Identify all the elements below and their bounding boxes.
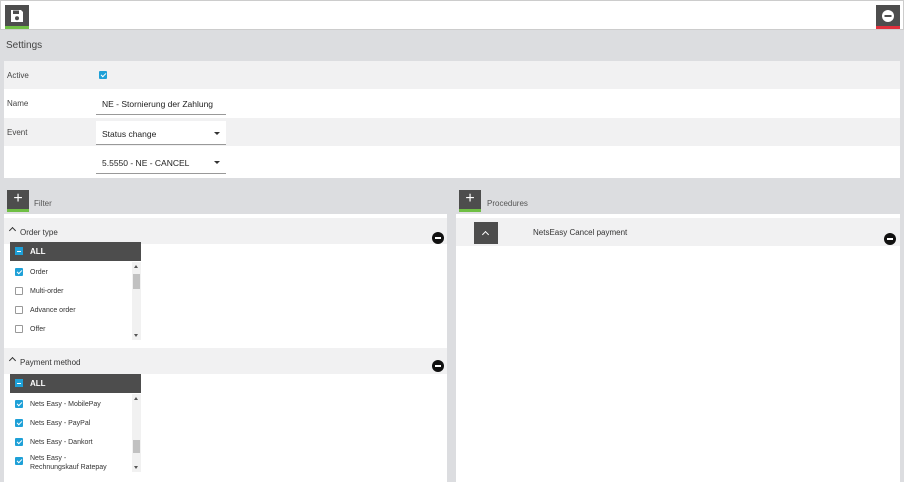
- name-label: Name: [7, 99, 29, 108]
- procedures-header: + Procedures: [452, 186, 904, 212]
- floppy-disk-icon: [11, 9, 23, 22]
- item-label: Multi-order: [30, 288, 64, 295]
- list-item[interactable]: Nets Easy - MobilePay: [10, 395, 132, 414]
- settings-header: Settings: [0, 30, 904, 60]
- chevron-up-icon: [8, 356, 17, 365]
- item-checkbox[interactable]: [15, 400, 23, 408]
- scroll-up-icon[interactable]: [134, 265, 138, 268]
- add-filter-button[interactable]: +: [7, 190, 29, 212]
- list-item[interactable]: Advance order: [10, 301, 132, 320]
- item-label-line1: Nets Easy -: [30, 455, 67, 462]
- payment-method-title: Payment method: [20, 358, 81, 367]
- remove-payment-method-icon[interactable]: [432, 360, 444, 372]
- order-type-all-row[interactable]: ALL: [10, 242, 141, 261]
- item-label: Nets Easy - PayPal: [30, 420, 91, 427]
- order-type-all-label: ALL: [30, 247, 46, 256]
- order-type-list: ALL Order Multi-order Advance order Offe…: [10, 242, 141, 340]
- scroll-down-icon[interactable]: [134, 334, 138, 337]
- name-row: Name NE - Stornierung der Zahlung: [4, 89, 900, 117]
- minus-circle-icon: [882, 9, 894, 22]
- order-type-scrollbar[interactable]: [132, 262, 141, 340]
- item-checkbox[interactable]: [15, 457, 23, 465]
- remove-procedure-icon[interactable]: [884, 233, 896, 245]
- status-row: 5.5550 - NE - CANCEL: [4, 147, 900, 175]
- item-label: Nets Easy - Rechnungskauf Ratepay: [30, 454, 107, 472]
- order-type-group-header[interactable]: Order type: [4, 218, 447, 244]
- scroll-thumb[interactable]: [133, 274, 140, 289]
- payment-method-scrollbar[interactable]: [132, 394, 141, 472]
- filter-header: + Filter: [0, 186, 450, 212]
- payment-method-group-header[interactable]: Payment method: [4, 348, 447, 374]
- item-label: Advance order: [30, 307, 76, 314]
- payment-method-list: ALL Nets Easy - MobilePay Nets Easy - Pa…: [10, 374, 141, 472]
- list-item[interactable]: Offer: [10, 320, 132, 339]
- item-checkbox[interactable]: [15, 438, 23, 446]
- procedure-row[interactable]: NetsEasy Cancel payment: [456, 218, 900, 246]
- event-select[interactable]: Status change: [96, 121, 226, 145]
- active-checkbox[interactable]: [99, 71, 107, 79]
- event-row: Event Status change: [4, 118, 900, 146]
- plus-icon: +: [13, 190, 23, 207]
- event-label: Event: [7, 128, 28, 137]
- item-label: Nets Easy - MobilePay: [30, 401, 101, 408]
- remove-order-type-icon[interactable]: [432, 232, 444, 244]
- scroll-thumb[interactable]: [133, 440, 140, 453]
- event-value: Status change: [102, 129, 157, 139]
- plus-icon: +: [465, 190, 475, 207]
- caret-down-icon: [214, 132, 220, 135]
- item-checkbox[interactable]: [15, 268, 23, 276]
- top-toolbar: [0, 0, 904, 30]
- procedures-title: Procedures: [487, 199, 528, 208]
- item-checkbox[interactable]: [15, 325, 23, 333]
- indeterminate-checkbox-icon[interactable]: [15, 379, 23, 387]
- settings-panel: Active Name NE - Stornierung der Zahlung…: [4, 61, 900, 178]
- item-checkbox[interactable]: [15, 306, 23, 314]
- list-item[interactable]: Nets Easy - PayPal: [10, 414, 132, 433]
- status-value: 5.5550 - NE - CANCEL: [102, 158, 190, 168]
- active-row: Active: [4, 61, 900, 89]
- status-select[interactable]: 5.5550 - NE - CANCEL: [96, 150, 226, 174]
- collapse-procedure-button[interactable]: [474, 222, 498, 244]
- chevron-up-icon: [8, 226, 17, 235]
- add-procedure-button[interactable]: +: [459, 190, 481, 212]
- list-item[interactable]: Nets Easy - Rechnungskauf Ratepay: [10, 452, 132, 472]
- procedure-label: NetsEasy Cancel payment: [533, 228, 628, 237]
- procedures-pane: NetsEasy Cancel payment: [456, 214, 900, 482]
- save-button[interactable]: [5, 5, 29, 29]
- active-label: Active: [7, 71, 29, 80]
- payment-method-all-row[interactable]: ALL: [10, 374, 141, 393]
- caret-down-icon: [214, 161, 220, 164]
- name-input[interactable]: NE - Stornierung der Zahlung: [96, 91, 226, 115]
- indeterminate-checkbox-icon[interactable]: [15, 247, 23, 255]
- item-checkbox[interactable]: [15, 419, 23, 427]
- settings-title: Settings: [6, 40, 43, 51]
- name-value: NE - Stornierung der Zahlung: [102, 99, 214, 109]
- item-label: Order: [30, 269, 48, 276]
- item-label: Offer: [30, 326, 46, 333]
- list-item[interactable]: Multi-order: [10, 282, 132, 301]
- list-item[interactable]: Order: [10, 263, 132, 282]
- order-type-title: Order type: [20, 228, 58, 237]
- filter-title: Filter: [34, 199, 52, 208]
- item-label-line2: Rechnungskauf Ratepay: [30, 464, 107, 471]
- delete-button[interactable]: [876, 5, 900, 29]
- scroll-up-icon[interactable]: [134, 397, 138, 400]
- scroll-down-icon[interactable]: [134, 466, 138, 469]
- item-label: Nets Easy - Dankort: [30, 439, 93, 446]
- item-checkbox[interactable]: [15, 287, 23, 295]
- list-item[interactable]: Nets Easy - Dankort: [10, 433, 132, 452]
- filter-pane: Order type ALL Order Multi-order Advance…: [4, 214, 447, 482]
- payment-method-all-label: ALL: [30, 379, 46, 388]
